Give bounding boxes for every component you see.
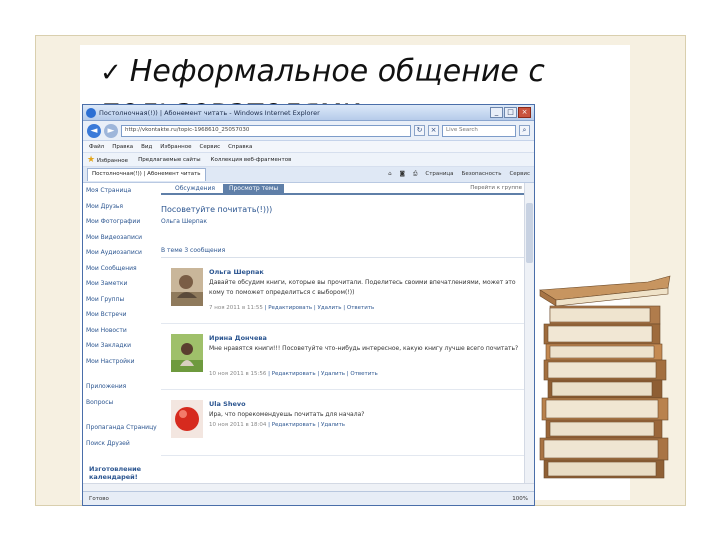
sidebar-item-questions[interactable]: Вопросы xyxy=(83,395,161,411)
page-viewport: Моя Страница Мои Друзья Мои Фотографии М… xyxy=(83,183,526,489)
delete-link[interactable]: Удалить xyxy=(321,422,345,428)
menu-help[interactable]: Справка xyxy=(228,144,252,150)
sidebar-item-find-friends[interactable]: Поиск Друзей xyxy=(83,436,161,452)
delete-link[interactable]: Удалить xyxy=(321,371,345,377)
tools-menu[interactable]: Сервис xyxy=(509,171,530,178)
browser-tab[interactable]: Постолночная(!)) | Абонемент читать xyxy=(87,168,206,181)
avatar[interactable] xyxy=(171,400,203,438)
reply-link[interactable]: Ответить xyxy=(347,305,374,311)
edit-link[interactable]: Редактировать xyxy=(272,371,316,377)
minimize-button[interactable]: _ xyxy=(490,107,503,118)
tab-view-topic[interactable]: Просмотр темы xyxy=(222,184,285,193)
sidebar-item-videos[interactable]: Мои Видеозаписи xyxy=(83,230,161,246)
window-title: Постолночная(!)) | Абонемент читать - Wi… xyxy=(99,108,320,117)
post-text: Давайте обсудим книги, которые вы прочит… xyxy=(209,279,516,296)
page-menu[interactable]: Страница xyxy=(425,171,453,178)
favorites-bar: ★ Избранное Предлагаемые сайты Коллекция… xyxy=(83,153,534,167)
maximize-button[interactable]: □ xyxy=(504,107,517,118)
menu-bar: Файл Правка Вид Избранное Сервис Справка xyxy=(83,141,534,153)
command-bar: ⌂ ◙ ⎙ Страница Безопасность Сервис xyxy=(388,171,530,178)
window-titlebar: Постолночная(!)) | Абонемент читать - Wi… xyxy=(83,105,534,121)
go-to-group-link[interactable]: Перейти к группе xyxy=(470,185,522,191)
main-content: Обсуждения Просмотр темы Перейти к групп… xyxy=(161,183,526,489)
post-item: Ирина Дончева Мне нравятся книги!!! Посо… xyxy=(161,324,526,390)
edit-link[interactable]: Редактировать xyxy=(272,422,316,428)
search-input[interactable]: Live Search xyxy=(442,124,516,137)
back-button[interactable]: ◄ xyxy=(87,123,101,138)
ie-logo-icon xyxy=(86,107,96,118)
edit-link[interactable]: Редактировать xyxy=(268,305,312,311)
menu-edit[interactable]: Правка xyxy=(112,144,133,150)
refresh-button[interactable]: ↻ xyxy=(414,125,425,136)
favorite-link-suggested[interactable]: Предлагаемые сайты xyxy=(138,157,200,163)
thread-author[interactable]: Ольга Шерпак xyxy=(161,218,526,225)
post-item: Ula Shevo Ира, что порекомендуешь почита… xyxy=(161,390,526,456)
menu-tools[interactable]: Сервис xyxy=(200,144,221,150)
sidebar-item-apps[interactable]: Приложения xyxy=(83,379,161,395)
forward-button[interactable]: ► xyxy=(104,123,118,138)
post-text: Ира, что порекомендуешь почитать для нач… xyxy=(209,411,365,418)
sidebar-item-events[interactable]: Мои Встречи xyxy=(83,307,161,323)
post-author[interactable]: Ula Shevo xyxy=(209,400,246,408)
tab-bar: Постолночная(!)) | Абонемент читать ⌂ ◙ … xyxy=(83,167,534,183)
delete-link[interactable]: Удалить xyxy=(317,305,341,311)
post-date: 10 ноя 2011 в 15:56 xyxy=(209,371,267,377)
stop-button[interactable]: × xyxy=(428,125,439,136)
sidebar-item-messages[interactable]: Мои Сообщения xyxy=(83,261,161,277)
sidebar-item-news[interactable]: Мои Новости xyxy=(83,323,161,339)
book-stack-illustration xyxy=(539,275,671,479)
sidebar-item-friends[interactable]: Мои Друзья xyxy=(83,199,161,215)
post-text: Мне нравятся книги!!! Посоветуйте что-ни… xyxy=(209,345,519,352)
thread-header: Посоветуйте почитать(!))) Ольга Шерпак В… xyxy=(161,195,526,258)
thread-message-count: В теме 3 сообщения xyxy=(161,247,526,258)
post-meta: 10 ноя 2011 в 15:56 | Редактировать | Уд… xyxy=(209,371,378,377)
address-bar: ◄ ► http://vkontakte.ru/topic-1968610_25… xyxy=(83,121,534,141)
reply-link[interactable]: Ответить xyxy=(350,371,377,377)
rss-icon[interactable]: ◙ xyxy=(400,171,405,178)
sidebar-promo[interactable]: Изготовление календарей! xyxy=(83,465,161,482)
status-text: Готово xyxy=(89,495,109,502)
menu-view[interactable]: Вид xyxy=(141,144,152,150)
sidebar-item-groups[interactable]: Мои Группы xyxy=(83,292,161,308)
print-icon[interactable]: ⎙ xyxy=(413,171,417,178)
sidebar-item-settings[interactable]: Мои Настройки xyxy=(83,354,161,370)
safety-menu[interactable]: Безопасность xyxy=(462,171,502,178)
avatar[interactable] xyxy=(171,334,203,372)
post-author[interactable]: Ирина Дончева xyxy=(209,334,267,342)
sidebar-item-photos[interactable]: Мои Фотографии xyxy=(83,214,161,230)
horizontal-scrollbar[interactable] xyxy=(83,483,534,491)
tab-discussions[interactable]: Обсуждения xyxy=(169,184,221,193)
post-author[interactable]: Ольга Шерпак xyxy=(209,268,264,276)
post-date: 10 ноя 2011 в 18:04 xyxy=(209,422,267,428)
close-button[interactable]: × xyxy=(518,107,531,118)
browser-window: Постолночная(!)) | Абонемент читать - Wi… xyxy=(82,104,535,506)
star-icon: ★ xyxy=(87,154,96,165)
post-date: 7 ноя 2011 в 11:55 xyxy=(209,305,263,311)
post-meta: 10 ноя 2011 в 18:04 | Редактировать | Уд… xyxy=(209,422,346,428)
sidebar-item-notes[interactable]: Мои Заметки xyxy=(83,276,161,292)
post-item: Ольга Шерпак Давайте обсудим книги, кото… xyxy=(161,258,526,324)
zoom-level[interactable]: 100% xyxy=(512,496,528,502)
vertical-scrollbar[interactable] xyxy=(524,183,534,489)
sidebar-item-audio[interactable]: Мои Аудиозаписи xyxy=(83,245,161,261)
thread-title: Посоветуйте почитать(!))) xyxy=(161,205,273,214)
content-tabs: Обсуждения Просмотр темы Перейти к групп… xyxy=(161,183,526,195)
post-meta: 7 ноя 2011 в 11:55 | Редактировать | Уда… xyxy=(209,305,375,311)
sidebar-item-my-page[interactable]: Моя Страница xyxy=(83,183,161,199)
menu-file[interactable]: Файл xyxy=(89,144,104,150)
menu-favorites[interactable]: Избранное xyxy=(160,144,191,150)
home-icon[interactable]: ⌂ xyxy=(388,171,392,178)
sidebar-item-promote[interactable]: Пропаганда Страницу xyxy=(83,420,161,436)
sidebar-menu: Моя Страница Мои Друзья Мои Фотографии М… xyxy=(83,183,161,489)
url-field[interactable]: http://vkontakte.ru/topic-1968610_250570… xyxy=(121,124,411,137)
window-controls: _ □ × xyxy=(490,107,531,118)
checkmark-icon: ✓ xyxy=(100,58,122,88)
favorites-button[interactable]: ★ Избранное xyxy=(87,155,128,165)
search-icon[interactable]: ⌕ xyxy=(519,125,530,136)
avatar[interactable] xyxy=(171,268,203,306)
scroll-thumb[interactable] xyxy=(526,203,533,263)
sidebar-item-bookmarks[interactable]: Мои Закладки xyxy=(83,338,161,354)
favorite-link-webslices[interactable]: Коллекция веб-фрагментов xyxy=(211,157,292,163)
status-bar: Готово 100% xyxy=(83,491,534,505)
